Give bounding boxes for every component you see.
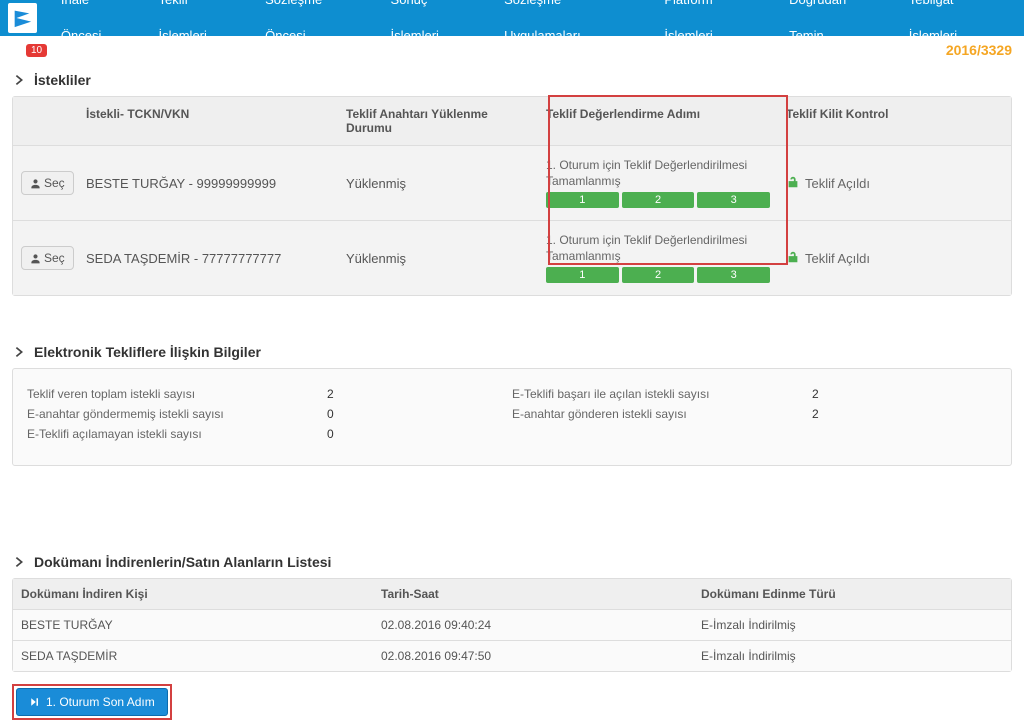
info-label: E-Teklifi başarı ile açılan istekli sayı… — [512, 387, 772, 401]
person-icon — [30, 178, 41, 189]
menu-platform-islemleri[interactable]: Platform İşlemleri — [650, 0, 775, 54]
docs-table: Dokümanı İndiren Kişi Tarih-Saat Doküman… — [12, 578, 1012, 672]
istekli-name: BESTE TURĞAY - 99999999999 — [78, 146, 338, 220]
flag-icon — [11, 7, 33, 29]
info-value: 0 — [287, 427, 427, 441]
table-header-row: Dokümanı İndiren Kişi Tarih-Saat Doküman… — [13, 579, 1011, 610]
load-status: Yüklenmiş — [338, 146, 538, 220]
col-turu: Dokümanı Edinme Türü — [693, 579, 1011, 609]
step-segment: 3 — [697, 192, 770, 208]
col-istekli: İstekli- TCKN/VKN — [78, 97, 338, 145]
top-menu-bar: İhale Öncesi Teklif İşlemleri Sözleşme Ö… — [0, 0, 1024, 36]
step-segment: 2 — [622, 267, 695, 283]
select-button[interactable]: Seç — [21, 171, 74, 195]
table-header-row: İstekli- TCKN/VKN Teklif Anahtarı Yüklen… — [13, 97, 1011, 146]
select-button-label: Seç — [44, 176, 65, 190]
step-segment: 1 — [546, 192, 619, 208]
oturum-son-adim-button[interactable]: 1. Oturum Son Adım — [16, 688, 168, 716]
step-segment: 2 — [622, 192, 695, 208]
step-progress-bar: 1 2 3 — [546, 192, 770, 208]
doc-how: E-İmzalı İndirilmiş — [693, 610, 1011, 640]
info-value: 2 — [287, 387, 427, 401]
col-kilit: Teklif Kilit Kontrol — [778, 97, 1011, 145]
step-segment: 1 — [546, 267, 619, 283]
section-title-einfo: Elektronik Tekliflere İlişkin Bilgiler — [34, 344, 261, 360]
menu-sonuc-islemleri[interactable]: Sonuç İşlemleri — [377, 0, 491, 54]
final-button-label: 1. Oturum Son Adım — [46, 695, 155, 709]
info-value: 2 — [772, 407, 912, 421]
section-toggle-docs[interactable]: Dokümanı İndirenlerin/Satın Alanların Li… — [12, 546, 1012, 578]
highlight-annotation: 1. Oturum Son Adım — [12, 684, 172, 720]
section-title-istekliler: İstekliler — [34, 72, 91, 88]
menu-ihale-oncesi[interactable]: İhale Öncesi — [47, 0, 145, 54]
step-status-text: 1. Oturum için Teklif Değerlendirilmesi … — [546, 158, 770, 189]
col-yuklenme: Teklif Anahtarı Yüklenme Durumu — [338, 97, 538, 145]
select-button[interactable]: Seç — [21, 246, 74, 270]
info-value: 0 — [287, 407, 427, 421]
unlock-icon — [786, 250, 800, 267]
istekli-name: SEDA TAŞDEMİR - 77777777777 — [78, 221, 338, 295]
col-kisi: Dokümanı İndiren Kişi — [13, 579, 373, 609]
unlock-icon — [786, 175, 800, 192]
reference-number: 2016/3329 — [946, 42, 1012, 58]
doc-how: E-İmzalı İndirilmiş — [693, 641, 1011, 671]
lock-status-text: Teklif Açıldı — [805, 176, 870, 191]
table-row: Seç SEDA TAŞDEMİR - 77777777777 Yüklenmi… — [13, 221, 1011, 295]
info-label: E-Teklifi açılamayan istekli sayısı — [27, 427, 287, 441]
info-label: E-anahtar göndermemiş istekli sayısı — [27, 407, 287, 421]
chevron-right-icon — [12, 555, 26, 569]
info-label: Teklif veren toplam istekli sayısı — [27, 387, 287, 401]
step-segment: 3 — [697, 267, 770, 283]
doc-who: SEDA TAŞDEMİR — [13, 641, 373, 671]
istekliler-table: İstekli- TCKN/VKN Teklif Anahtarı Yüklen… — [12, 96, 1012, 296]
menu-sozlesme-uygulamalari[interactable]: Sözleşme Uygulamaları — [490, 0, 650, 54]
app-logo — [8, 3, 37, 33]
table-row: Seç BESTE TURĞAY - 99999999999 Yüklenmiş… — [13, 146, 1011, 221]
einfo-panel: Teklif veren toplam istekli sayısı2 E-Te… — [12, 368, 1012, 466]
info-label: E-anahtar gönderen istekli sayısı — [512, 407, 772, 421]
table-row: BESTE TURĞAY 02.08.2016 09:40:24 E-İmzal… — [13, 610, 1011, 641]
col-tarih: Tarih-Saat — [373, 579, 693, 609]
step-progress-bar: 1 2 3 — [546, 267, 770, 283]
menu-sozlesme-oncesi[interactable]: Sözleşme Öncesi — [251, 0, 376, 54]
section-title-docs: Dokümanı İndirenlerin/Satın Alanların Li… — [34, 554, 331, 570]
load-status: Yüklenmiş — [338, 221, 538, 295]
menu-dogrudan-temin[interactable]: Doğrudan Temin — [775, 0, 895, 54]
menu-teklif-islemleri[interactable]: Teklif İşlemleri — [145, 0, 252, 54]
skip-forward-icon — [29, 696, 41, 708]
section-toggle-einfo[interactable]: Elektronik Tekliflere İlişkin Bilgiler — [12, 336, 1012, 368]
doc-when: 02.08.2016 09:47:50 — [373, 641, 693, 671]
section-toggle-istekliler[interactable]: İstekliler — [12, 64, 1012, 96]
doc-who: BESTE TURĞAY — [13, 610, 373, 640]
chevron-right-icon — [12, 345, 26, 359]
info-value: 2 — [772, 387, 912, 401]
col-degerlendirme: Teklif Değerlendirme Adımı — [538, 97, 778, 145]
person-icon — [30, 253, 41, 264]
chevron-right-icon — [12, 73, 26, 87]
table-row: SEDA TAŞDEMİR 02.08.2016 09:47:50 E-İmza… — [13, 641, 1011, 671]
lock-status-text: Teklif Açıldı — [805, 251, 870, 266]
doc-when: 02.08.2016 09:40:24 — [373, 610, 693, 640]
step-status-text: 1. Oturum için Teklif Değerlendirilmesi … — [546, 233, 770, 264]
select-button-label: Seç — [44, 251, 65, 265]
notification-badge[interactable]: 10 — [26, 44, 47, 57]
